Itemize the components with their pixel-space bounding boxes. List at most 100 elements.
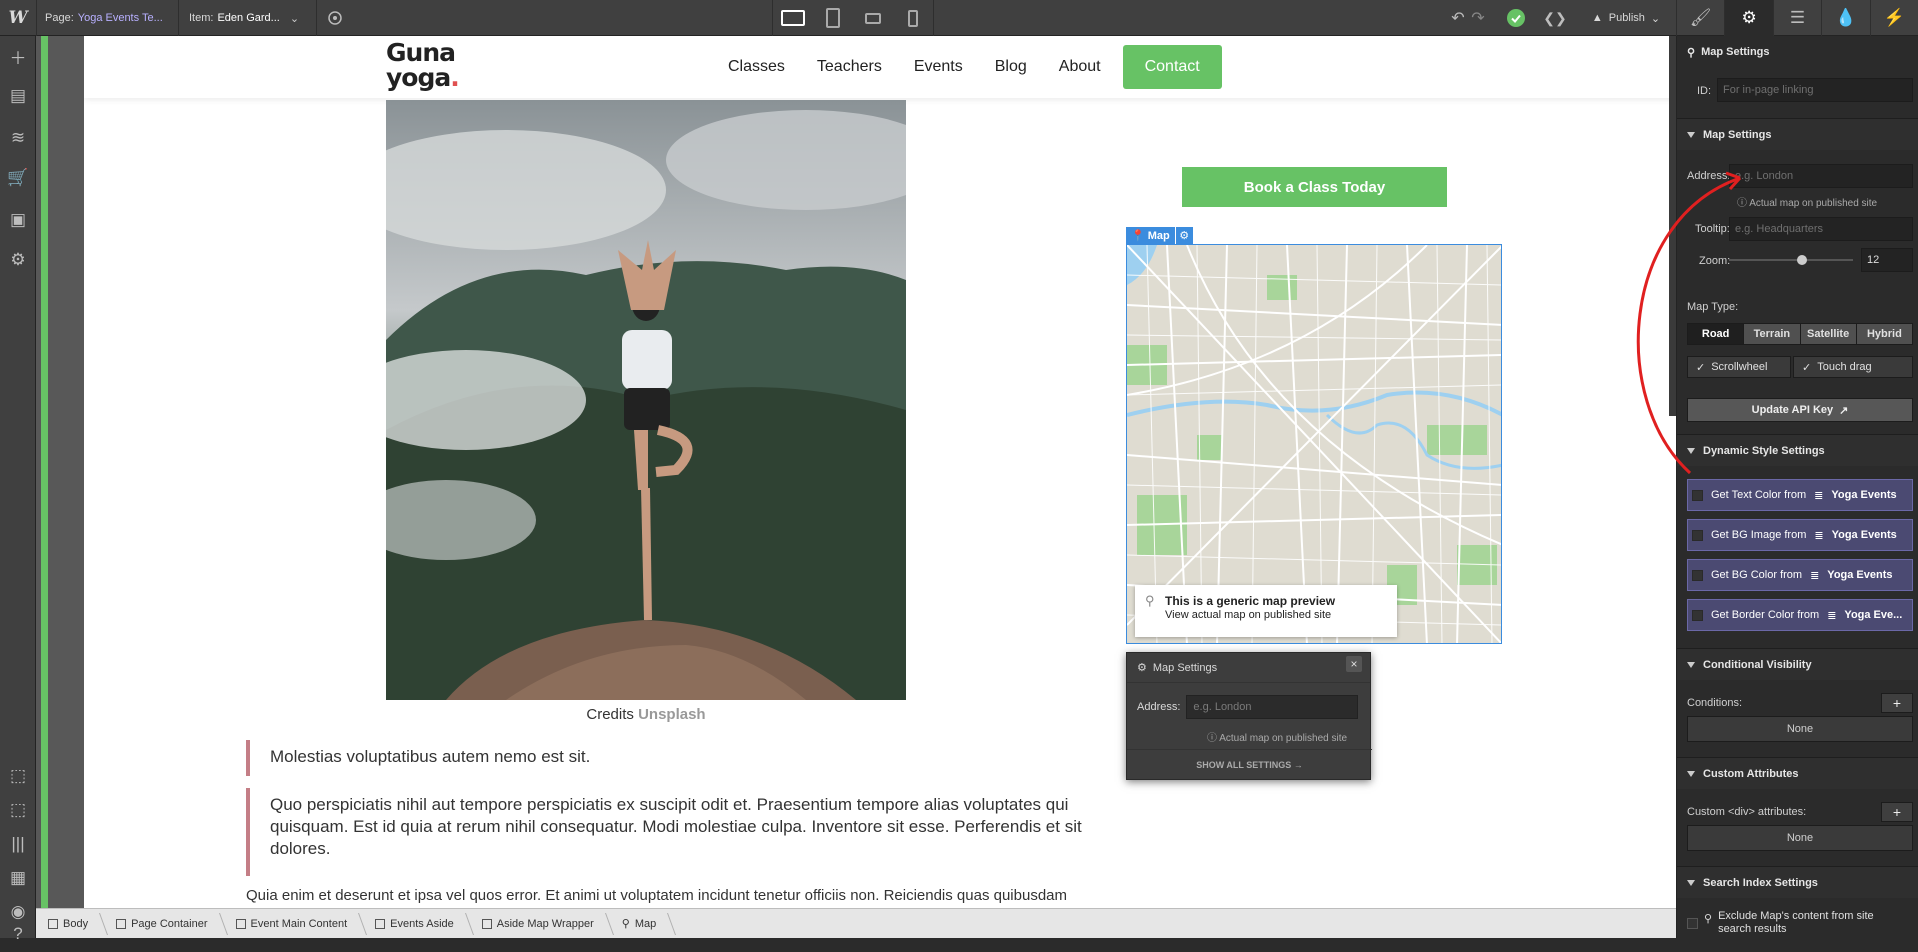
event-photo[interactable] [386, 100, 906, 700]
dynamic-bg-image[interactable]: Get BG Image from ≣ Yoga Events [1687, 519, 1913, 551]
grid-overlay-icon[interactable]: ||| [0, 826, 36, 862]
chevron-down-icon: ⌄ [289, 12, 300, 25]
mobile-landscape-icon[interactable] [853, 0, 893, 36]
top-toolbar: W Page: Yoga Events Te... Item: Eden Gar… [0, 0, 1918, 36]
layout-icon[interactable]: ▦ [0, 860, 36, 896]
checkbox[interactable] [1687, 918, 1698, 929]
exclude-search-option[interactable]: ⚲ Exclude Map's content from site search… [1687, 910, 1878, 936]
popup-address-input[interactable]: e.g. London [1186, 695, 1359, 719]
dynamic-border-color[interactable]: Get Border Color from ≣ Yoga Eve... [1687, 599, 1913, 631]
touch-drag-checkbox[interactable]: ✓ Touch drag [1793, 356, 1913, 378]
info-icon: ⓘ [1737, 198, 1747, 209]
preview-element-icon[interactable]: ⬚ [0, 792, 36, 828]
breadcrumb-body[interactable]: Body [36, 909, 104, 939]
map-element-tag[interactable]: 📍 Map ⚙ [1126, 227, 1193, 244]
dynamic-prefix: Get Text Color from [1711, 489, 1807, 501]
chevron-down-icon: ⌄ [1650, 12, 1661, 25]
panel-tabs: 🖌 ⚙ ☰ 💧 ⚡ [1676, 0, 1918, 36]
conditions-value[interactable]: None [1687, 716, 1913, 742]
map-type-terrain[interactable]: Terrain [1743, 324, 1800, 344]
breadcrumb-page-container[interactable]: Page Container [104, 909, 223, 939]
panel-scrollbar[interactable] [1669, 36, 1676, 416]
nav-link-classes[interactable]: Classes [712, 58, 801, 76]
preview-eye-icon[interactable] [316, 0, 352, 36]
show-all-settings-link[interactable]: SHOW ALL SETTINGS → [1127, 749, 1372, 779]
breadcrumb-aside-map-wrapper[interactable]: Aside Map Wrapper [470, 909, 610, 939]
page-selector[interactable]: Page: Yoga Events Te... [36, 0, 173, 36]
address-input[interactable]: e.g. London [1729, 164, 1913, 188]
nav-link-teachers[interactable]: Teachers [801, 58, 898, 76]
breadcrumb-events-aside[interactable]: Events Aside [363, 909, 470, 939]
section-dynamic-style[interactable]: Dynamic Style Settings [1677, 434, 1918, 466]
section-custom-attributes[interactable]: Custom Attributes [1677, 757, 1918, 789]
box-icon [116, 918, 127, 929]
credits-link[interactable]: Unsplash [638, 706, 706, 723]
cms-database-icon[interactable]: ≋ [0, 120, 36, 156]
dynamic-text-color[interactable]: Get Text Color from ≣ Yoga Events [1687, 479, 1913, 511]
add-attribute-button[interactable]: + [1881, 802, 1913, 822]
map-settings-gear-icon[interactable]: ⚙ [1175, 227, 1193, 244]
code-export-icon[interactable]: ❮❯ [1540, 0, 1570, 36]
map-type-road[interactable]: Road [1688, 324, 1744, 344]
book-class-button[interactable]: Book a Class Today [1182, 167, 1447, 207]
map-card-title: This is a generic map preview [1165, 594, 1336, 608]
pages-icon[interactable]: ▤ [0, 78, 36, 114]
desktop-device-icon[interactable] [773, 0, 813, 36]
scrollwheel-checkbox[interactable]: ✓ Scrollwheel [1687, 356, 1791, 378]
breadcrumb-event-main-content[interactable]: Event Main Content [224, 909, 364, 939]
site-logo[interactable]: Guna yoga. [386, 40, 460, 90]
redo-icon[interactable]: ↷ [1466, 0, 1490, 36]
ecommerce-cart-icon[interactable]: 🛒 [0, 160, 36, 196]
tablet-device-icon[interactable] [813, 0, 853, 36]
webflow-logo-icon[interactable]: W [0, 0, 36, 36]
map-preview[interactable]: ⚲ This is a generic map preview View act… [1126, 244, 1502, 644]
map-type-hybrid[interactable]: Hybrid [1855, 324, 1912, 344]
saved-status-icon[interactable] [1502, 0, 1530, 36]
checkbox[interactable] [1692, 609, 1703, 621]
dynamic-bg-color[interactable]: Get BG Color from ≣ Yoga Events [1687, 559, 1913, 591]
map-type-label: Map Type: [1687, 301, 1739, 313]
api-button-label: Update API Key [1751, 404, 1834, 416]
map-type-satellite[interactable]: Satellite [1799, 324, 1856, 344]
update-api-key-button[interactable]: Update API Key ↗ [1687, 398, 1913, 422]
project-settings-icon[interactable]: ⚙ [0, 242, 36, 278]
nav-link-blog[interactable]: Blog [979, 58, 1043, 76]
nav-contact-button[interactable]: Contact [1122, 45, 1222, 89]
item-value: Eden Gard... [217, 12, 280, 24]
caret-down-icon [1687, 770, 1695, 777]
navigator-icon[interactable]: ☰ [1772, 0, 1821, 36]
map-tag-label: Map [1147, 229, 1170, 242]
popup-close-button[interactable]: × [1346, 656, 1362, 672]
tooltip-input[interactable]: e.g. Headquarters [1729, 217, 1913, 241]
page-value: Yoga Events Te... [77, 12, 163, 24]
zoom-slider-knob[interactable] [1797, 255, 1808, 265]
popup-gear-icon: ⚙ [1137, 662, 1147, 674]
section-map-settings[interactable]: Map Settings [1677, 118, 1918, 150]
style-manager-icon[interactable]: 💧 [1821, 0, 1869, 36]
checkbox[interactable] [1692, 489, 1703, 501]
breadcrumb-map[interactable]: ⚲ Map [610, 909, 672, 939]
page-body[interactable]: Guna yoga. Classes Teachers Events Blog … [84, 36, 1676, 908]
item-selector[interactable]: Item: Eden Gard... ⌄ [178, 0, 309, 36]
nav-link-about[interactable]: About [1043, 58, 1117, 76]
interactions-icon[interactable]: ⚡ [1869, 0, 1918, 36]
checkbox[interactable] [1692, 529, 1703, 541]
section-search-index[interactable]: Search Index Settings [1677, 866, 1918, 898]
zoom-slider[interactable] [1729, 255, 1853, 265]
assets-icon[interactable]: ▣ [0, 202, 36, 238]
add-condition-button[interactable]: + [1881, 693, 1913, 713]
settings-gear-icon[interactable]: ⚙ [1724, 0, 1773, 36]
publish-button[interactable]: ▲ Publish ⌄ [1576, 0, 1676, 36]
mobile-portrait-icon[interactable] [893, 0, 933, 36]
add-elements-icon[interactable]: ＋ [0, 38, 36, 74]
attributes-value[interactable]: None [1687, 825, 1913, 851]
zoom-value-input[interactable]: 12 [1861, 248, 1913, 272]
nav-link-events[interactable]: Events [898, 58, 979, 76]
select-element-icon[interactable]: ⬚ [0, 758, 36, 794]
checkbox[interactable] [1692, 569, 1703, 581]
style-brush-icon[interactable]: 🖌 [1676, 0, 1724, 36]
id-input[interactable]: For in-page linking [1717, 78, 1913, 102]
breadcrumb-label: Body [63, 917, 89, 930]
section-conditional-visibility[interactable]: Conditional Visibility [1677, 648, 1918, 680]
help-icon[interactable]: ? [0, 916, 36, 952]
